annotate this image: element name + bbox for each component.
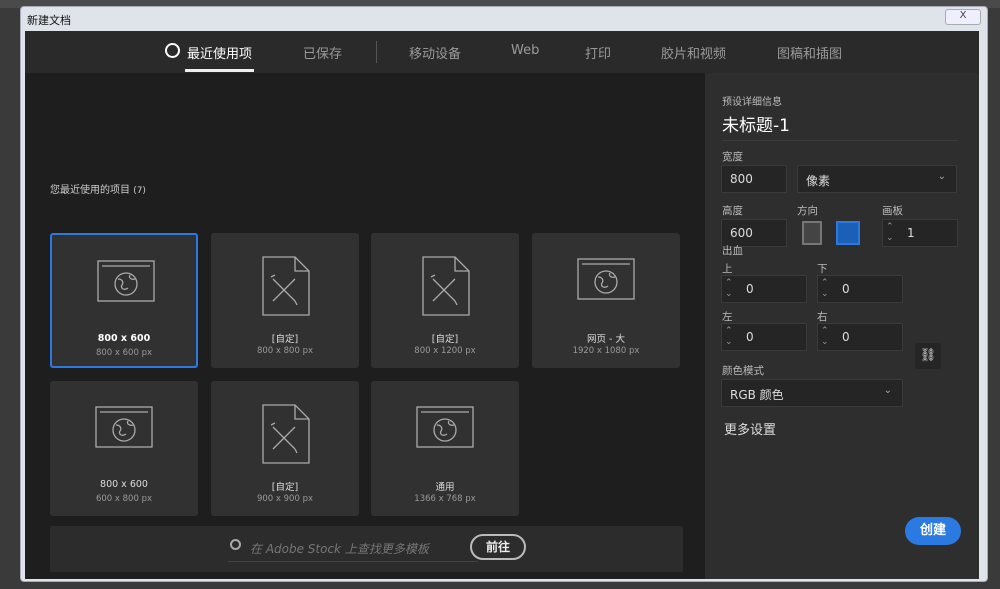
tab-web[interactable]: Web — [511, 43, 539, 58]
preset-card[interactable]: [自定] 800 x 1200 px — [371, 233, 519, 368]
recent-title: 您最近使用的项目 (7) — [50, 185, 146, 196]
preset-name: [自定] — [271, 334, 299, 345]
tab-recent[interactable]: 最近使用项 — [184, 43, 255, 72]
bleed-left-label: 左 — [722, 311, 733, 323]
width-label: 宽度 — [722, 151, 743, 163]
window-title: 新建文档 — [27, 14, 71, 27]
preset-name: 800 x 600 — [100, 479, 148, 490]
width-input[interactable]: 800 — [721, 165, 787, 193]
portrait-icon[interactable] — [802, 221, 822, 245]
preset-size: 800 x 1200 px — [414, 346, 476, 356]
height-label: 高度 — [722, 205, 743, 217]
chevron-down-icon: ⌄ — [883, 385, 892, 396]
bleed-right-label: 右 — [817, 311, 828, 323]
preset-size: 900 x 900 px — [256, 494, 313, 504]
color-mode-label: 颜色模式 — [722, 365, 764, 377]
bleed-label: 出血 — [722, 245, 743, 257]
bleed-right-stepper[interactable]: ⌃ ⌄ 0 — [817, 323, 903, 351]
preset-name: 800 x 600 — [97, 333, 151, 344]
bleed-bottom-stepper[interactable]: ⌃ ⌄ 0 — [817, 275, 903, 303]
recent-panel: 您最近使用的项目 (7) 800 x 600 800 x 600 px [自定] 80… — [25, 73, 705, 579]
tab-saved[interactable]: 已保存 — [303, 43, 342, 62]
bleed-left-stepper[interactable]: ⌃ ⌄ 0 — [721, 323, 807, 351]
category-tabs: 最近使用项 已保存 移动设备 Web 打印 胶片和视频 图稿和插图 — [25, 31, 979, 73]
bleed-bottom-label: 下 — [817, 263, 828, 275]
new-document-window: 新建文档 X 最近使用项 已保存 移动设备 Web 打印 胶片和视频 图稿和插图… — [20, 6, 988, 582]
preset-size: 800 x 600 px — [95, 348, 152, 358]
preset-card[interactable]: 网页 - 大 1920 x 1080 px — [532, 233, 680, 368]
tab-divider — [376, 41, 377, 63]
clock-icon — [165, 43, 180, 58]
document-name[interactable]: 未标题-1 — [722, 111, 958, 141]
stock-search-bar: 在 Adobe Stock 上查找更多模板 前往 — [50, 526, 683, 572]
tab-mobile[interactable]: 移动设备 — [409, 43, 461, 62]
preset-card[interactable]: 通用 1366 x 768 px — [371, 381, 519, 516]
preset-name: 通用 — [435, 482, 455, 493]
artboard-label: 画板 — [882, 205, 903, 217]
orientation-label: 方向 — [797, 205, 818, 217]
artboard-stepper[interactable]: ⌃ ⌄ 1 — [882, 219, 958, 247]
preset-name: [自定] — [431, 334, 459, 345]
go-button[interactable]: 前往 — [470, 534, 526, 560]
chevron-down-icon: ⌄ — [937, 171, 946, 182]
details-header: 预设详细信息 — [722, 97, 782, 108]
preset-size: 600 x 800 px — [95, 494, 152, 504]
preset-card[interactable]: 800 x 600 800 x 600 px — [50, 233, 198, 368]
unit-select[interactable]: 像素 ⌄ — [797, 165, 957, 193]
link-icon[interactable]: ⛓ — [915, 343, 941, 369]
preset-name: 网页 - 大 — [587, 334, 625, 345]
preset-card[interactable]: [自定] 800 x 800 px — [211, 233, 359, 368]
create-button[interactable]: 创建 — [905, 517, 961, 545]
dialog: 最近使用项 已保存 移动设备 Web 打印 胶片和视频 图稿和插图 您最近使用的… — [25, 31, 979, 579]
preset-card[interactable]: 800 x 600 600 x 800 px — [50, 381, 198, 516]
preset-card[interactable]: [自定] 900 x 900 px — [211, 381, 359, 516]
preset-size: 1366 x 768 px — [414, 494, 476, 504]
tab-film-video[interactable]: 胶片和视频 — [661, 43, 726, 62]
preset-size: 1920 x 1080 px — [572, 346, 640, 356]
tab-print[interactable]: 打印 — [585, 43, 611, 62]
close-button[interactable]: X — [945, 9, 981, 25]
landscape-icon[interactable] — [836, 221, 860, 245]
tab-art-illustration[interactable]: 图稿和插图 — [777, 43, 842, 62]
preset-size: 800 x 800 px — [256, 346, 313, 356]
preset-details-panel: 预设详细信息 未标题-1 宽度 800 像素 ⌄ 高度 600 方向 画板 ⌃ ⌄ 1… — [705, 73, 979, 579]
color-mode-select[interactable]: RGB 颜色 ⌄ — [721, 379, 903, 407]
bleed-top-label: 上 — [722, 263, 733, 275]
stock-search-input[interactable]: 在 Adobe Stock 上查找更多模板 — [228, 540, 478, 562]
more-settings-link[interactable]: 更多设置 — [724, 419, 776, 438]
preset-name: [自定] — [271, 482, 299, 493]
bleed-top-stepper[interactable]: ⌃ ⌄ 0 — [721, 275, 807, 303]
